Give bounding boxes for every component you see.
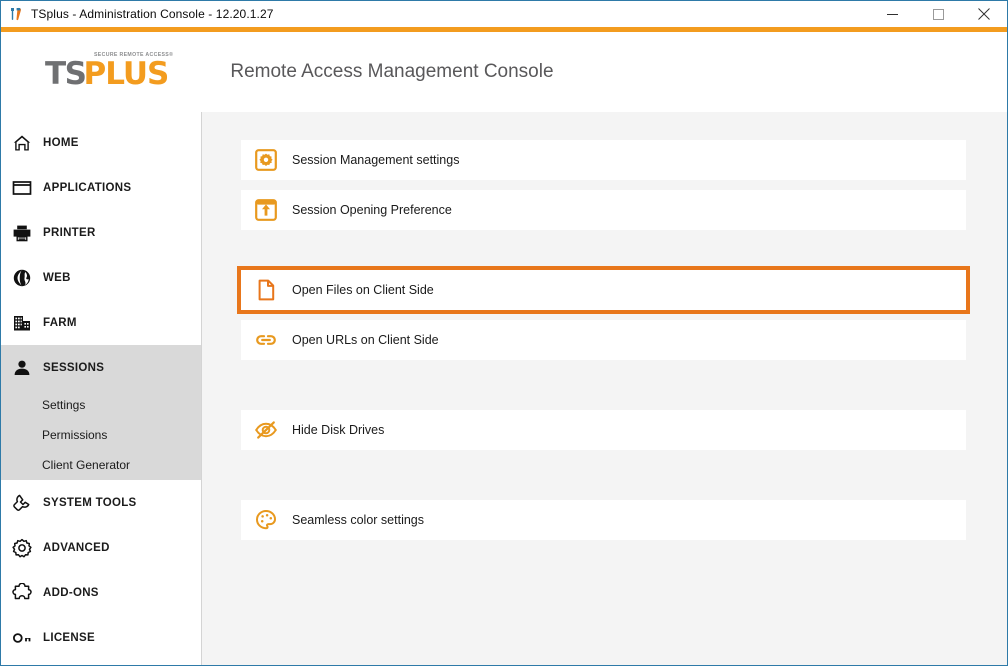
eye-slash-icon	[253, 417, 279, 443]
link-icon	[253, 327, 279, 353]
row-open-files-on-client-side[interactable]: Open Files on Client Side	[241, 270, 966, 310]
sidebar-item-label: PRINTER	[43, 227, 96, 239]
row-group-spacer	[241, 460, 966, 500]
gear-box-icon	[253, 147, 279, 173]
sidebar-item-label: WEB	[43, 272, 71, 284]
upload-box-icon	[253, 197, 279, 223]
row-label: Seamless color settings	[292, 513, 424, 527]
applications-icon	[9, 175, 35, 201]
wrench-icon	[9, 490, 35, 516]
sidebar-subnav-wrapper: Settings Permissions Client Generator	[1, 390, 201, 480]
user-icon	[9, 355, 35, 381]
body: HOME APPLICATIONS PR	[1, 112, 1007, 665]
sidebar-subitem-settings[interactable]: Settings	[39, 390, 201, 420]
sidebar-item-label: HOME	[43, 137, 79, 149]
row-session-opening-preference[interactable]: Session Opening Preference	[241, 190, 966, 230]
sidebar-subitem-label: Settings	[42, 398, 85, 412]
sidebar-item-farm[interactable]: FARM	[1, 300, 201, 345]
logo-tagline: SECURE REMOTE ACCESS®	[94, 52, 173, 58]
sidebar-subitem-label: Client Generator	[42, 458, 130, 472]
sidebar-item-label: LICENSE	[43, 632, 95, 644]
sidebar-item-label: ADD-ONS	[43, 587, 99, 599]
puzzle-icon	[9, 580, 35, 606]
sidebar-item-license[interactable]: LICENSE	[1, 615, 201, 660]
main-content: Session Management settings Session Open…	[202, 112, 1007, 665]
tsplus-logo: TSPLUS SECURE REMOTE ACCESS®	[45, 55, 168, 89]
minimize-button[interactable]	[869, 1, 915, 27]
maximize-button[interactable]	[915, 1, 961, 27]
sidebar-item-advanced[interactable]: ADVANCED	[1, 525, 201, 570]
logo-ts-text: TS	[45, 59, 85, 89]
sidebar: HOME APPLICATIONS PR	[1, 112, 202, 665]
sidebar-item-add-ons[interactable]: ADD-ONS	[1, 570, 201, 615]
settings-row-list: Session Management settings Session Open…	[202, 140, 1007, 540]
close-button[interactable]	[961, 1, 1007, 27]
palette-icon	[253, 507, 279, 533]
row-open-urls-on-client-side[interactable]: Open URLs on Client Side	[241, 320, 966, 360]
application-window: TSplus - Administration Console - 12.20.…	[0, 0, 1008, 666]
row-session-management-settings[interactable]: Session Management settings	[241, 140, 966, 180]
sidebar-item-printer[interactable]: PRINTER	[1, 210, 201, 255]
home-icon	[9, 130, 35, 156]
logo-plus-text: PLUS	[83, 59, 168, 89]
sidebar-subnav: Settings Permissions Client Generator	[1, 390, 201, 480]
key-icon	[9, 625, 35, 651]
document-icon	[253, 277, 279, 303]
sidebar-item-label: SYSTEM TOOLS	[43, 497, 136, 509]
window-title: TSplus - Administration Console - 12.20.…	[31, 7, 274, 21]
row-label: Open Files on Client Side	[292, 283, 434, 297]
header: TSPLUS SECURE REMOTE ACCESS® Remote Acce…	[1, 32, 1007, 112]
row-group-spacer	[241, 240, 966, 270]
sidebar-item-web[interactable]: WEB	[1, 255, 201, 300]
globe-icon	[9, 265, 35, 291]
row-label: Hide Disk Drives	[292, 423, 384, 437]
title-bar: TSplus - Administration Console - 12.20.…	[1, 1, 1007, 27]
sidebar-subitem-client-generator[interactable]: Client Generator	[39, 450, 201, 480]
row-seamless-color-settings[interactable]: Seamless color settings	[241, 500, 966, 540]
sidebar-item-label: ADVANCED	[43, 542, 110, 554]
sidebar-subitem-permissions[interactable]: Permissions	[39, 420, 201, 450]
sidebar-item-system-tools[interactable]: SYSTEM TOOLS	[1, 480, 201, 525]
building-icon	[9, 310, 35, 336]
row-label: Session Management settings	[292, 153, 459, 167]
sidebar-item-label: SESSIONS	[43, 362, 104, 374]
sidebar-item-sessions[interactable]: SESSIONS	[1, 345, 201, 390]
row-label: Session Opening Preference	[292, 203, 452, 217]
window-controls	[869, 1, 1007, 27]
sidebar-item-home[interactable]: HOME	[1, 120, 201, 165]
row-group-spacer	[241, 370, 966, 410]
page-title: Remote Access Management Console	[230, 61, 553, 83]
tools-icon	[8, 6, 24, 22]
sidebar-item-label: FARM	[43, 317, 77, 329]
gear-icon	[9, 535, 35, 561]
row-hide-disk-drives[interactable]: Hide Disk Drives	[241, 410, 966, 450]
printer-icon	[9, 220, 35, 246]
sidebar-item-label: APPLICATIONS	[43, 182, 131, 194]
sidebar-subitem-label: Permissions	[42, 428, 107, 442]
row-label: Open URLs on Client Side	[292, 333, 439, 347]
sidebar-item-applications[interactable]: APPLICATIONS	[1, 165, 201, 210]
